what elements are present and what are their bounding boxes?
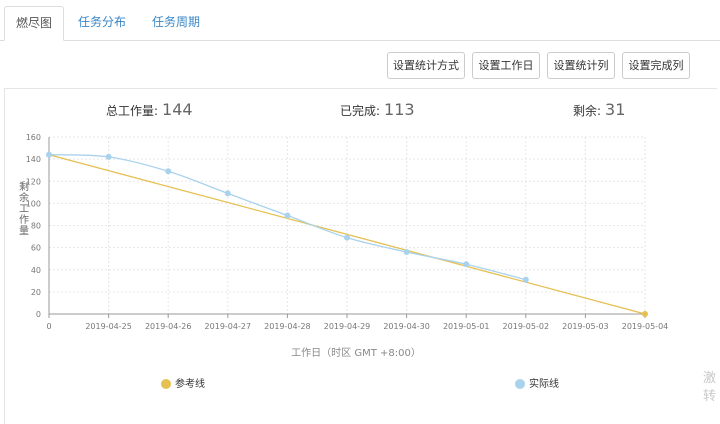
burndown-chart: 剩余工作量 工作日（时区 GMT +8:00） 0 20 40 60 80 100 120 1… <box>19 133 669 390</box>
x-tick-label: 2019-04-25 <box>85 322 132 331</box>
legend-label: 参考线 <box>175 377 205 390</box>
y-tick-label: 60 <box>31 244 41 253</box>
x-tick-label: 2019-05-02 <box>503 322 550 331</box>
actual-point <box>463 261 470 268</box>
x-tick-label: 2019-04-29 <box>324 322 371 331</box>
y-tick-label: 40 <box>31 266 41 275</box>
actual-point <box>46 151 52 158</box>
reference-point <box>642 311 648 317</box>
x-tick-label: 2019-05-04 <box>622 322 669 331</box>
x-tick-label: 2019-04-30 <box>383 322 430 331</box>
x-tick-label: 2019-04-26 <box>145 322 192 331</box>
actual-point <box>105 153 112 160</box>
actual-point <box>522 276 529 283</box>
y-axis-label: 剩余工作量 <box>19 180 29 237</box>
watermark-line-2: 转 <box>703 389 717 404</box>
actual-point <box>165 168 172 175</box>
y-tick-label: 80 <box>31 222 41 231</box>
y-tick-label: 140 <box>26 155 41 164</box>
x-tick-label: 2019-04-27 <box>205 322 252 331</box>
y-axis-label-char: 量 <box>19 225 29 237</box>
y-tick-label: 160 <box>26 133 41 142</box>
legend-swatch <box>161 379 171 389</box>
x-tick-label: 2019-04-28 <box>264 322 311 331</box>
watermark-line-1: 激 <box>703 371 717 386</box>
actual-point <box>403 249 410 256</box>
actual-point <box>344 234 350 241</box>
y-tick-label: 20 <box>31 288 41 297</box>
grid <box>48 136 646 318</box>
x-tick-label: 2019-05-01 <box>443 322 490 331</box>
y-tick-label: 0 <box>36 310 41 319</box>
y-tick-label: 120 <box>26 177 41 186</box>
y-tick-label: 100 <box>26 199 41 208</box>
legend-swatch <box>515 379 525 389</box>
x-tick-label: 2019-05-03 <box>562 322 609 331</box>
actual-point <box>224 190 231 197</box>
y-axis-label-char: 作 <box>19 214 29 226</box>
actual-point <box>284 212 291 219</box>
x-tick-label: 0 <box>46 322 51 331</box>
watermark: 激 转 <box>703 370 716 406</box>
x-axis-label: 工作日（时区 GMT +8:00） <box>291 347 421 359</box>
legend-label: 实际线 <box>529 377 559 390</box>
